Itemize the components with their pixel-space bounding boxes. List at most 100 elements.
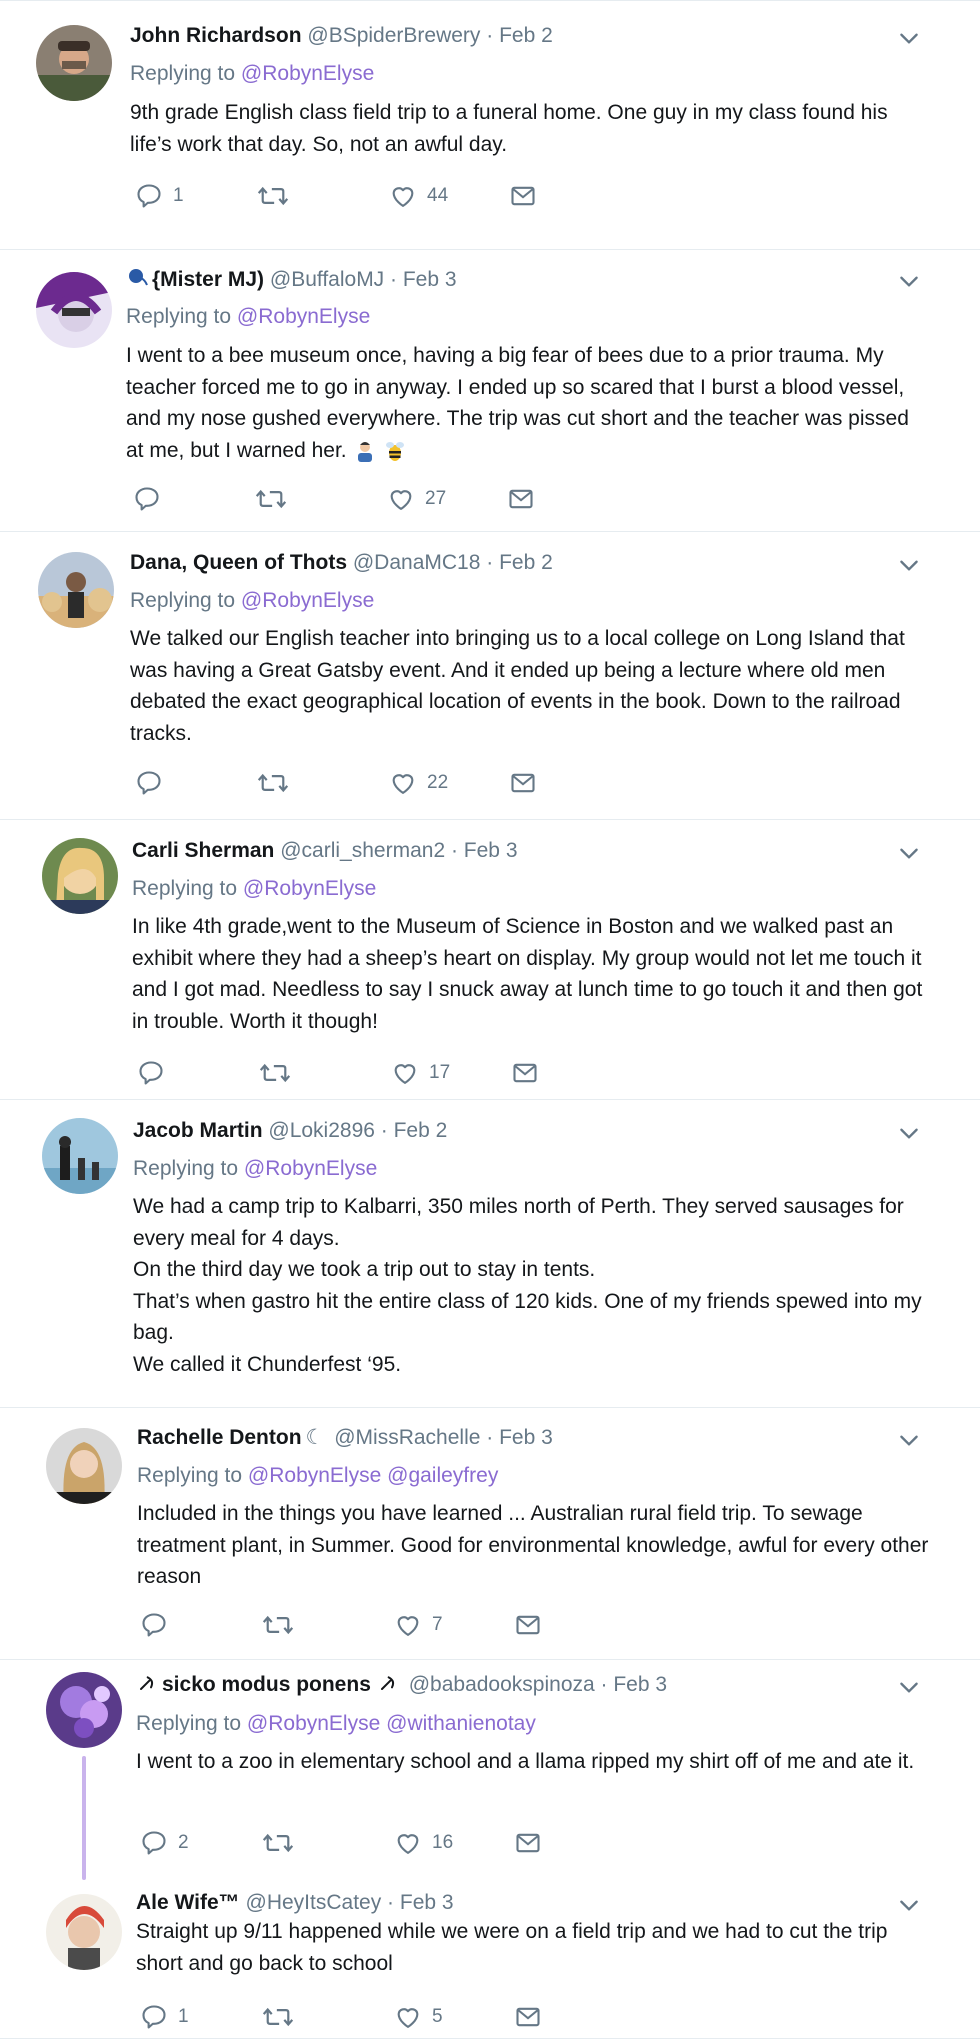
reply-icon[interactable] [135,769,163,797]
mention-link[interactable]: @RobynElyse [247,1712,380,1735]
reply-icon[interactable] [140,1829,168,1857]
avatar[interactable] [36,272,112,348]
display-name[interactable]: Rachelle Denton [137,1426,302,1449]
user-handle[interactable]: @BSpiderBrewery [307,24,480,47]
dm-button[interactable] [514,1828,542,1858]
avatar[interactable] [42,838,118,914]
retweet-button[interactable] [262,1610,304,1640]
chevron-down-icon[interactable] [896,552,922,578]
chevron-down-icon[interactable] [896,1427,922,1453]
retweet-icon[interactable] [262,2003,294,2031]
avatar[interactable] [42,1118,118,1194]
display-name[interactable]: {Mister MJ) [152,268,264,291]
like-button[interactable]: 44 [389,181,448,211]
chevron-down-icon[interactable] [896,268,922,294]
envelope-icon[interactable] [509,769,537,797]
display-name[interactable]: Carli Sherman [132,839,274,862]
tweet-date[interactable]: Feb 2 [499,551,553,574]
mention-link[interactable]: @RobynElyse [248,1464,381,1487]
envelope-icon[interactable] [507,485,535,513]
tweet-date[interactable]: Feb 2 [394,1119,448,1142]
mention-link[interactable]: @withanienotay [386,1712,536,1735]
user-handle[interactable]: @Loki2896 [268,1119,375,1142]
tweet-card[interactable]: John Richardson @BSpiderBrewery · Feb 2 R… [0,0,980,250]
tweet-date[interactable]: Feb 3 [464,839,518,862]
like-button[interactable]: 5 [394,2002,443,2032]
dm-button[interactable] [507,484,535,514]
heart-icon[interactable] [389,182,417,210]
retweet-button[interactable] [262,1828,304,1858]
envelope-icon[interactable] [511,1059,539,1087]
tweet-card[interactable]: Jacob Martin @Loki2896 · Feb 2 Replying t… [0,1100,980,1408]
display-name[interactable]: John Richardson [130,24,302,47]
mention-link[interactable]: @RobynElyse [244,1157,377,1180]
reply-button[interactable] [137,1058,175,1088]
user-handle[interactable]: @DanaMC18 [353,551,481,574]
tweet-card[interactable]: Ale Wife™ @HeyItsCatey · Feb 3 Straight u… [0,1874,980,2039]
heart-icon[interactable] [394,1829,422,1857]
chevron-down-icon[interactable] [896,1120,922,1146]
envelope-icon[interactable] [514,2003,542,2031]
reply-button[interactable]: 2 [140,1828,189,1858]
tweet-date[interactable]: Feb 3 [499,1426,553,1449]
mention-link[interactable]: @RobynElyse [241,62,374,85]
retweet-icon[interactable] [262,1829,294,1857]
user-handle[interactable]: @carli_sherman2 [280,839,445,862]
tweet-card[interactable]: sicko modus ponens @babadookspinoza · Fe… [0,1660,980,1874]
reply-button[interactable]: 1 [140,2002,189,2032]
heart-icon[interactable] [387,485,415,513]
heart-icon[interactable] [389,769,417,797]
heart-icon[interactable] [394,1611,422,1639]
avatar[interactable] [46,1894,122,1970]
like-button[interactable]: 16 [394,1828,453,1858]
reply-button[interactable] [133,484,171,514]
reply-icon[interactable] [135,182,163,210]
tweet-date[interactable]: Feb 3 [403,268,457,291]
retweet-button[interactable] [257,181,299,211]
avatar[interactable] [38,552,114,628]
reply-icon[interactable] [140,1611,168,1639]
dm-button[interactable] [509,768,537,798]
retweet-icon[interactable] [257,769,289,797]
chevron-down-icon[interactable] [896,1892,922,1918]
mention-link[interactable]: @RobynElyse [243,877,376,900]
avatar[interactable] [36,25,112,101]
avatar[interactable] [46,1672,122,1748]
display-name[interactable]: Dana, Queen of Thots [130,551,347,574]
display-name[interactable]: Ale Wife™ [136,1891,240,1914]
retweet-button[interactable] [259,1058,301,1088]
chevron-down-icon[interactable] [896,1674,922,1700]
retweet-button[interactable] [262,2002,304,2032]
retweet-icon[interactable] [259,1059,291,1087]
chevron-down-icon[interactable] [896,25,922,51]
user-handle[interactable]: @BuffaloMJ [270,268,384,291]
tweet-card[interactable]: Rachelle Denton ☾ @MissRachelle · Feb 3 Re… [0,1408,980,1660]
envelope-icon[interactable] [509,182,537,210]
dm-button[interactable] [514,1610,542,1640]
like-button[interactable]: 7 [394,1610,443,1640]
tweet-card[interactable]: Dana, Queen of Thots @DanaMC18 · Feb 2 Re… [0,532,980,820]
display-name[interactable]: Jacob Martin [133,1119,263,1142]
dm-button[interactable] [509,181,537,211]
reply-button[interactable] [135,768,173,798]
reply-button[interactable]: 1 [135,181,184,211]
tweet-date[interactable]: Feb 3 [400,1891,454,1914]
like-button[interactable]: 22 [389,768,448,798]
retweet-icon[interactable] [257,182,289,210]
chevron-down-icon[interactable] [896,840,922,866]
envelope-icon[interactable] [514,1829,542,1857]
user-handle[interactable]: @HeyItsCatey [246,1891,382,1914]
mention-link[interactable]: @gaileyfrey [387,1464,498,1487]
reply-button[interactable] [140,1610,178,1640]
reply-icon[interactable] [140,2003,168,2031]
mention-link[interactable]: @RobynElyse [241,589,374,612]
retweet-icon[interactable] [255,485,287,513]
retweet-icon[interactable] [262,1611,294,1639]
retweet-button[interactable] [257,768,299,798]
dm-button[interactable] [514,2002,542,2032]
like-button[interactable]: 27 [387,484,446,514]
dm-button[interactable] [511,1058,539,1088]
tweet-card[interactable]: Carli Sherman @carli_sherman2 · Feb 3 Rep… [0,820,980,1100]
user-handle[interactable]: @MissRachelle [334,1426,480,1449]
tweet-date[interactable]: Feb 3 [613,1673,667,1696]
